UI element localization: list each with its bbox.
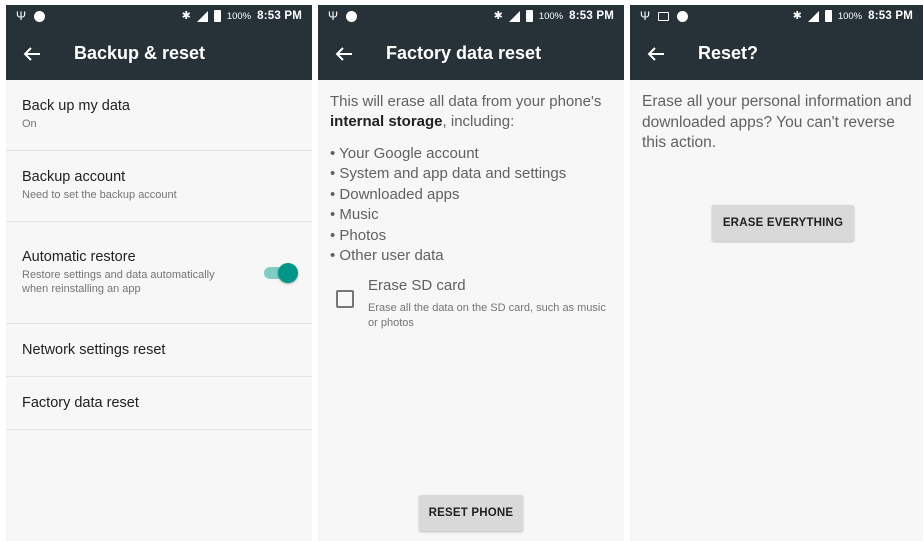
reset-confirm-screen: Ψ ✱ 100% 8:53 PM Reset? Erase all your p… — [630, 5, 923, 541]
battery-icon — [213, 10, 221, 22]
clock: 8:53 PM — [569, 10, 614, 22]
pref-title: Automatic restore — [22, 248, 136, 265]
back-arrow-icon[interactable] — [332, 42, 356, 66]
status-bar: Ψ ✱ 100% 8:53 PM — [318, 5, 624, 27]
page-title: Factory data reset — [386, 43, 542, 63]
battery-icon — [824, 10, 832, 22]
erase-sd-card-option[interactable]: Erase SD card Erase all the data on the … — [330, 277, 612, 331]
page-title: Backup & reset — [74, 43, 206, 63]
notification-icon — [34, 10, 46, 22]
signal-icon — [196, 10, 208, 22]
erase-sd-card-checkbox[interactable] — [336, 289, 354, 308]
factory-data-reset-screen: Ψ ✱ 100% 8:53 PM Factory data reset This… — [318, 5, 624, 541]
bluetooth-icon: ✱ — [792, 9, 802, 22]
battery-icon — [525, 10, 533, 22]
list-item: Photos — [330, 226, 612, 247]
reset-phone-button[interactable]: RESET PHONE — [419, 495, 523, 531]
toggle-thumb — [278, 262, 298, 283]
page-title: Reset? — [698, 43, 759, 63]
list-item: Music — [330, 205, 612, 226]
notification-icon — [677, 10, 689, 22]
list-item: Your Google account — [330, 144, 612, 165]
reset-warning-message: Erase all your personal information and … — [642, 93, 912, 152]
pref-title: Network settings reset — [22, 342, 166, 358]
signal-icon — [508, 10, 520, 22]
reset-description: This will erase all data from your phone… — [330, 92, 612, 132]
pref-title: Factory data reset — [22, 395, 139, 411]
intro-suffix-text: , including: — [442, 112, 515, 130]
app-bar: Factory data reset — [318, 27, 624, 80]
pref-summary: Need to set the backup account — [22, 189, 177, 202]
clock: 8:53 PM — [257, 10, 302, 22]
list-item: System and app data and settings — [330, 164, 612, 185]
bluetooth-icon: ✱ — [493, 9, 503, 22]
pref-backup-my-data[interactable]: Back up my data On — [6, 80, 312, 151]
battery-percent: 100% — [226, 10, 252, 22]
automatic-restore-toggle[interactable] — [262, 262, 298, 283]
erase-everything-button[interactable]: ERASE EVERYTHING — [712, 205, 854, 241]
status-bar: Ψ ✱ 100% 8:53 PM — [6, 5, 312, 27]
list-item: Downloaded apps — [330, 185, 612, 206]
notification-icon — [346, 10, 358, 22]
usb-icon: Ψ — [328, 9, 339, 23]
app-bar: Backup & reset — [6, 27, 312, 80]
battery-percent: 100% — [837, 10, 863, 22]
app-bar: Reset? — [630, 27, 923, 80]
clock: 8:53 PM — [868, 10, 913, 22]
intro-bold-text: internal storage — [330, 112, 443, 130]
list-item: Other user data — [330, 246, 612, 267]
signal-icon — [807, 10, 819, 22]
usb-icon: Ψ — [16, 9, 27, 23]
pref-automatic-restore[interactable]: Automatic restore Restore settings and d… — [6, 222, 312, 324]
bluetooth-icon: ✱ — [181, 9, 191, 22]
erase-sd-card-title: Erase SD card — [368, 276, 466, 294]
erased-items-list: Your Google account System and app data … — [330, 144, 612, 267]
back-arrow-icon[interactable] — [20, 42, 44, 66]
backup-reset-screen: Ψ ✱ 100% 8:53 PM Backup & reset Back up … — [6, 5, 312, 541]
status-bar: Ψ ✱ 100% 8:53 PM — [630, 5, 923, 27]
intro-text: This will erase all data from your phone… — [330, 93, 602, 110]
image-notification-icon — [658, 11, 670, 21]
battery-percent: 100% — [538, 10, 564, 22]
pref-summary: On — [22, 118, 37, 131]
pref-summary: Restore settings and data automatically … — [22, 268, 215, 295]
pref-network-settings-reset[interactable]: Network settings reset — [6, 324, 312, 377]
pref-factory-data-reset[interactable]: Factory data reset — [6, 377, 312, 430]
pref-title: Backup account — [22, 169, 126, 186]
back-arrow-icon[interactable] — [644, 42, 668, 66]
usb-icon: Ψ — [640, 9, 651, 23]
pref-backup-account[interactable]: Backup account Need to set the backup ac… — [6, 151, 312, 222]
pref-title: Back up my data — [22, 98, 130, 115]
erase-sd-card-description: Erase all the data on the SD card, such … — [368, 301, 606, 329]
